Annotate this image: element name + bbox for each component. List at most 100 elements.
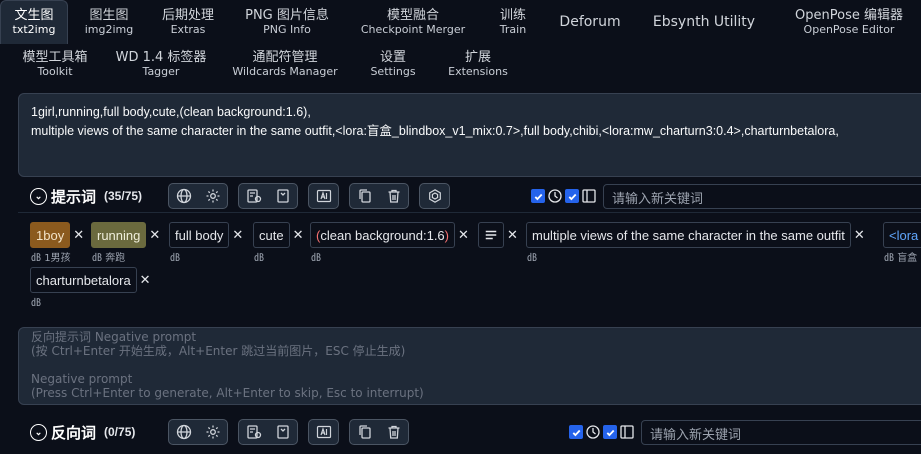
checkbox-checked[interactable] [603, 425, 617, 439]
tag-translation: ㏈ [170, 253, 180, 264]
tab-settings[interactable]: 设置 Settings [358, 44, 428, 84]
keyword-input[interactable]: 请输入新关键词 [641, 419, 921, 445]
close-icon[interactable]: ✕ [854, 228, 865, 243]
checkbox-checked[interactable] [565, 189, 579, 203]
close-icon[interactable]: ✕ [140, 273, 151, 288]
tag-chip[interactable]: cute [253, 222, 290, 248]
tab-label-zh: 图生图 [89, 7, 129, 23]
close-icon[interactable]: ✕ [458, 228, 469, 243]
tab-label-zh: PNG 图片信息 [245, 7, 329, 23]
tab-label-en: txt2img [12, 23, 56, 36]
close-icon[interactable]: ✕ [149, 228, 160, 243]
tab-label-en: Extras [170, 22, 206, 36]
tab-img2img[interactable]: 图生图 img2img [68, 0, 150, 44]
tab-txt2img[interactable]: 文生图 txt2img [0, 0, 68, 44]
trash-icon[interactable] [379, 420, 408, 444]
tab-label-zh: 设置 [379, 49, 406, 65]
openai-icon[interactable] [420, 184, 449, 208]
close-icon[interactable]: ✕ [507, 228, 518, 243]
tab-label-zh: 模型工具箱 [22, 49, 88, 65]
gear-icon[interactable] [198, 420, 227, 444]
gear-icon[interactable] [198, 184, 227, 208]
negative-prompt-textarea[interactable]: 反向提示词 Negative prompt (按 Ctrl+Enter 开始生成… [18, 327, 921, 405]
tab-label-en: Tagger [142, 64, 180, 78]
tag-item[interactable]: multiple views of the same character in … [526, 222, 865, 264]
bookmark-icon[interactable] [268, 184, 297, 208]
tag-item[interactable]: cute ✕ ㏈ [253, 222, 304, 264]
tag-chip[interactable]: 1boy [30, 222, 71, 248]
tab-toolkit[interactable]: 模型工具箱 Toolkit [0, 44, 110, 84]
sidebar-icon [581, 188, 597, 204]
globe-icon[interactable] [169, 184, 198, 208]
tag-chip[interactable]: running [91, 222, 147, 248]
group-4 [349, 419, 409, 445]
tab-train[interactable]: 训练 Train [478, 0, 548, 44]
sidebar-icon [619, 424, 635, 440]
prompt-toolbar: ⌄ 提示词 (35/75) 请输入新关键词 [18, 180, 921, 212]
clock-icon [585, 424, 601, 440]
tab-label-en: Train [499, 22, 527, 36]
history-list-icon[interactable] [239, 184, 268, 208]
tag-item[interactable]: ✕ [478, 222, 518, 248]
close-icon[interactable]: ✕ [293, 228, 304, 243]
copy-icon[interactable] [350, 420, 379, 444]
tag-translation: ㏈ [31, 298, 41, 309]
tab-label-en: Extensions [448, 64, 508, 78]
token-count: (0/75) [104, 425, 136, 439]
secondary-tab-bar: 模型工具箱 Toolkit WD 1.4 标签器 Tagger 通配符管理 Wi… [0, 44, 528, 84]
keyword-input[interactable]: 请输入新关键词 [603, 183, 921, 209]
tab-label-en: OpenPose Editor [803, 22, 895, 36]
tab-deforum[interactable]: Deforum [548, 0, 632, 44]
checkbox-checked[interactable] [569, 425, 583, 439]
group-2 [238, 183, 298, 209]
group-3 [308, 183, 339, 209]
close-icon[interactable]: ✕ [232, 228, 243, 243]
group-5 [419, 183, 450, 209]
checkbox-checked[interactable] [531, 189, 545, 203]
prompt-title: 提示词 [51, 188, 97, 206]
tag-item[interactable]: running ✕ ㏈ 奔跑 [91, 222, 160, 264]
close-icon[interactable]: ✕ [73, 228, 84, 243]
tag-translation: ㏈ 奔跑 [92, 253, 126, 264]
translate-icon[interactable] [309, 184, 338, 208]
tab-extras[interactable]: 后期处理 Extras [150, 0, 226, 44]
tab-png-info[interactable]: PNG 图片信息 PNG Info [226, 0, 348, 44]
group-1 [168, 183, 228, 209]
negative-prompt-toolbar: ⌄ 反向词 (0/75) 请输入新关键词 [18, 416, 921, 448]
globe-icon[interactable] [169, 420, 198, 444]
history-list-icon[interactable] [239, 420, 268, 444]
trash-icon[interactable] [379, 184, 408, 208]
negative-title: 反向词 [51, 424, 97, 442]
tag-chip[interactable]: charturnbetalora [30, 267, 137, 293]
tab-label-zh: 训练 [499, 7, 526, 23]
prompt-textarea[interactable]: 1girl,running,full body,cute,(clean back… [18, 93, 921, 177]
tag-item[interactable]: charturnbetalora ✕ ㏈ [30, 267, 151, 309]
tab-extensions[interactable]: 扩展 Extensions [428, 44, 528, 84]
tab-wildcards-manager[interactable]: 通配符管理 Wildcards Manager [212, 44, 358, 84]
tab-tagger[interactable]: WD 1.4 标签器 Tagger [110, 44, 212, 84]
prompt-toggle[interactable]: ⌄ 提示词 (35/75) [18, 186, 168, 207]
translate-icon[interactable] [309, 420, 338, 444]
bookmark-icon[interactable] [268, 420, 297, 444]
tab-checkpoint-merger[interactable]: 模型融合 Checkpoint Merger [348, 0, 478, 44]
line-break-icon[interactable] [478, 222, 504, 248]
tag-chip[interactable]: full body [169, 222, 230, 248]
tab-label-zh: WD 1.4 标签器 [115, 49, 207, 65]
tab-label-en: PNG Info [263, 22, 311, 36]
prompt-line-2: multiple views of the same character in … [31, 124, 839, 138]
copy-icon[interactable] [350, 184, 379, 208]
tag-item[interactable]: 1boy ✕ ㏈ 1男孩 [30, 222, 84, 264]
tag-chip[interactable]: (clean background:1.6) [310, 222, 455, 248]
tag-chip[interactable]: multiple views of the same character in … [526, 222, 851, 248]
chevron-down-icon: ⌄ [30, 187, 47, 205]
tag-item[interactable]: <lora ㏈ 盲盒 [883, 222, 921, 264]
tab-openpose-editor[interactable]: OpenPose 编辑器 OpenPose Editor [776, 0, 921, 44]
tab-label-en: Wildcards Manager [232, 64, 338, 78]
tab-label-zh: OpenPose 编辑器 [795, 7, 903, 23]
tab-ebsynth-utility[interactable]: Ebsynth Utility [632, 0, 776, 44]
tag-chip[interactable]: <lora [883, 222, 921, 248]
negative-toggle[interactable]: ⌄ 反向词 (0/75) [18, 422, 168, 443]
tag-item[interactable]: full body ✕ ㏈ [169, 222, 243, 264]
tag-item[interactable]: (clean background:1.6) ✕ ㏈ [310, 222, 469, 264]
main-tab-bar: 文生图 txt2img 图生图 img2img 后期处理 Extras PNG … [0, 0, 921, 44]
